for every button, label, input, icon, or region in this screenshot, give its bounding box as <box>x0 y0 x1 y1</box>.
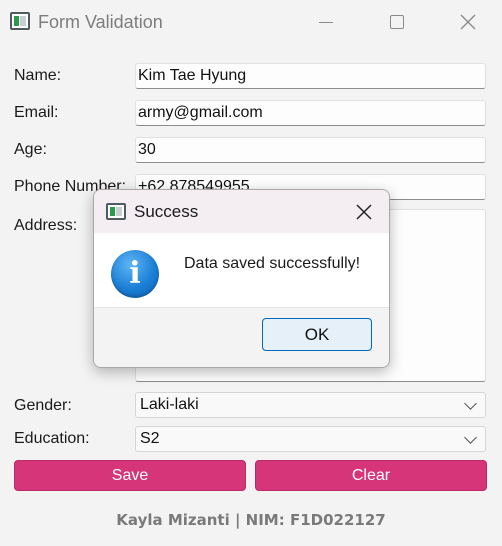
app-window-icon <box>106 203 126 220</box>
dialog-body: i Data saved successfully! <box>94 233 389 307</box>
dialog-close-button[interactable] <box>349 198 379 226</box>
dialog-message: Data saved successfully! <box>184 255 361 272</box>
education-label: Education: <box>14 430 90 447</box>
minimize-button[interactable] <box>304 8 348 36</box>
age-field[interactable]: 30 <box>135 137 486 163</box>
info-icon: i <box>111 250 159 298</box>
name-field[interactable]: Kim Tae Hyung <box>135 63 486 89</box>
close-icon <box>356 204 372 220</box>
dialog-footer: OK <box>94 307 389 367</box>
main-window: Form Validation Name: Kim Tae Hyung Emai… <box>0 0 502 546</box>
title-bar[interactable]: Form Validation <box>0 0 502 44</box>
minimize-icon <box>319 21 333 23</box>
chevron-down-icon <box>464 431 477 444</box>
save-button[interactable]: Save <box>14 460 246 491</box>
close-button[interactable] <box>446 8 490 36</box>
age-label: Age: <box>14 141 47 158</box>
chevron-down-icon <box>464 397 477 410</box>
gender-label: Gender: <box>14 397 72 414</box>
email-label: Email: <box>14 104 59 121</box>
gender-select-value: Laki-laki <box>140 396 199 413</box>
dialog-title-bar[interactable]: Success <box>94 190 389 233</box>
maximize-icon <box>390 15 404 29</box>
gender-select[interactable]: Laki-laki <box>135 392 486 418</box>
address-label: Address: <box>14 217 78 234</box>
close-icon <box>460 14 476 30</box>
app-window-icon <box>10 12 30 30</box>
success-dialog: Success i Data saved successfully! OK <box>93 189 390 368</box>
email-field[interactable]: army@gmail.com <box>135 100 486 126</box>
clear-button[interactable]: Clear <box>255 460 487 491</box>
dialog-title: Success <box>134 202 199 221</box>
ok-button[interactable]: OK <box>262 318 372 351</box>
window-title: Form Validation <box>38 12 163 32</box>
education-select[interactable]: S2 <box>135 426 486 452</box>
name-label: Name: <box>14 67 62 84</box>
education-select-value: S2 <box>140 430 160 447</box>
maximize-button[interactable] <box>375 8 419 36</box>
footer-credit: Kayla Mizanti | NIM: F1D022127 <box>116 511 386 529</box>
